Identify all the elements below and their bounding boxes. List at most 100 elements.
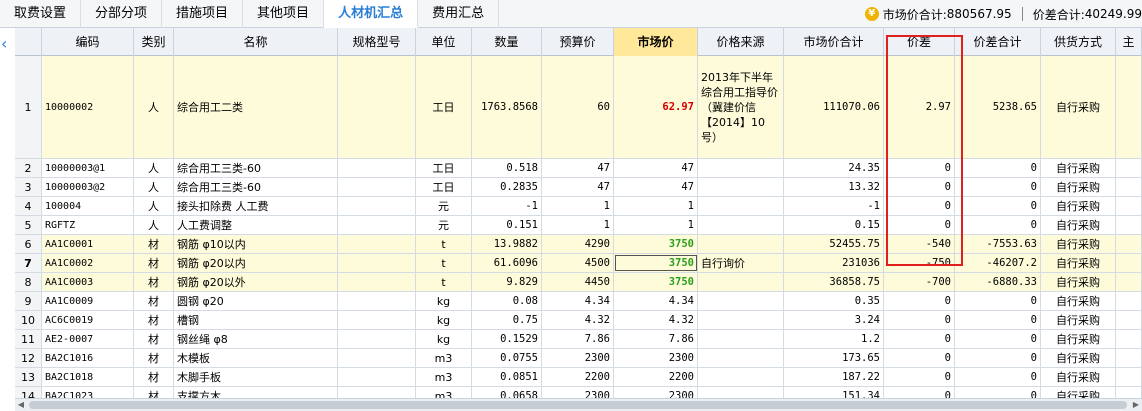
cell-name[interactable]: 钢筋 φ20以内 <box>174 254 338 272</box>
column-header-supply[interactable]: 供货方式 <box>1041 28 1116 56</box>
cell-diff[interactable]: 0 <box>884 387 955 398</box>
cell-code[interactable]: AA1C0009 <box>42 292 134 310</box>
cell-diff-total[interactable]: 0 <box>955 368 1041 386</box>
cell-diff-total[interactable]: 0 <box>955 387 1041 398</box>
tab-2[interactable]: 措施项目 <box>162 0 244 28</box>
table-row[interactable]: 6 AA1C0001 材 钢筋 φ10以内 t 13.9882 4290 3750 52455.… <box>15 235 1142 254</box>
cell-spec[interactable] <box>338 254 416 272</box>
column-header-name[interactable]: 名称 <box>174 28 338 56</box>
cell-diff-total[interactable]: 0 <box>955 311 1041 329</box>
column-header-diff-total[interactable]: 价差合计 <box>955 28 1041 56</box>
cell-market[interactable]: 4.32 <box>614 311 698 329</box>
cell-main[interactable] <box>1116 56 1142 158</box>
cell-diff[interactable]: 0 <box>884 311 955 329</box>
tab-3[interactable]: 其他项目 <box>243 0 325 28</box>
cell-total[interactable]: 187.22 <box>784 368 884 386</box>
cell-main[interactable] <box>1116 292 1142 310</box>
cell-spec[interactable] <box>338 387 416 398</box>
cell-qty[interactable]: 0.1529 <box>472 330 542 348</box>
cell-market[interactable]: 2300 <box>614 387 698 398</box>
cell-total[interactable]: 0.15 <box>784 216 884 234</box>
cell-type[interactable]: 材 <box>134 254 174 272</box>
cell-source[interactable] <box>698 197 784 215</box>
cell-budget[interactable]: 1 <box>542 197 614 215</box>
cell-main[interactable] <box>1116 159 1142 177</box>
cell-main[interactable] <box>1116 330 1142 348</box>
cell-market[interactable]: 2200 <box>614 368 698 386</box>
cell-name[interactable]: 综合用工三类-60 <box>174 159 338 177</box>
table-row[interactable]: 5 RGFTZ 人 人工费调整 元 0.151 1 1 0.15 0 0 自行采购 <box>15 216 1142 235</box>
cell-qty[interactable]: 0.0755 <box>472 349 542 367</box>
column-header-source[interactable]: 价格来源 <box>698 28 784 56</box>
cell-market[interactable]: 4.34 <box>614 292 698 310</box>
cell-qty[interactable]: 1763.8568 <box>472 56 542 158</box>
cell-spec[interactable] <box>338 292 416 310</box>
cell-source[interactable] <box>698 216 784 234</box>
cell-source[interactable] <box>698 349 784 367</box>
cell-name[interactable]: 钢筋 φ20以外 <box>174 273 338 291</box>
cell-main[interactable] <box>1116 178 1142 196</box>
cell-type[interactable]: 材 <box>134 292 174 310</box>
cell-source[interactable] <box>698 178 784 196</box>
cell-budget[interactable]: 1 <box>542 216 614 234</box>
cell-main[interactable] <box>1116 254 1142 272</box>
cell-code[interactable]: AA1C0003 <box>42 273 134 291</box>
column-header-code[interactable]: 编码 <box>42 28 134 56</box>
table-row[interactable]: 1 10000002 人 综合用工二类 工日 1763.8568 60 62.97 2013年下… <box>15 56 1142 159</box>
cell-unit[interactable]: t <box>416 273 472 291</box>
table-row[interactable]: 2 10000003@1 人 综合用工三类-60 工日 0.518 47 47 24.35 0 0 自… <box>15 159 1142 178</box>
cell-spec[interactable] <box>338 368 416 386</box>
cell-qty[interactable]: 13.9882 <box>472 235 542 253</box>
table-row[interactable]: 10 AC6C0019 材 槽钢 kg 0.75 4.32 4.32 3.24 0 0 自行采购 <box>15 311 1142 330</box>
cell-main[interactable] <box>1116 216 1142 234</box>
cell-supply[interactable]: 自行采购 <box>1041 254 1116 272</box>
column-header-diff[interactable]: 价差 <box>884 28 955 56</box>
cell-market[interactable]: 7.86 <box>614 330 698 348</box>
cell-code[interactable]: AA1C0002 <box>42 254 134 272</box>
cell-name[interactable]: 综合用工三类-60 <box>174 178 338 196</box>
cell-market[interactable]: 1 <box>614 216 698 234</box>
cell-name[interactable]: 接头扣除费 人工费 <box>174 197 338 215</box>
cell-supply[interactable]: 自行采购 <box>1041 56 1116 158</box>
cell-diff-total[interactable]: -46207.2 <box>955 254 1041 272</box>
cell-unit[interactable]: 工日 <box>416 56 472 158</box>
cell-budget[interactable]: 4500 <box>542 254 614 272</box>
cell-spec[interactable] <box>338 197 416 215</box>
cell-type[interactable]: 材 <box>134 330 174 348</box>
cell-qty[interactable]: 0.0658 <box>472 387 542 398</box>
cell-total[interactable]: 111070.06 <box>784 56 884 158</box>
table-row[interactable]: 11 AE2-0007 材 钢丝绳 φ8 kg 0.1529 7.86 7.86 1.2 0 0 自行… <box>15 330 1142 349</box>
cell-unit[interactable]: 元 <box>416 216 472 234</box>
cell-total[interactable]: 13.32 <box>784 178 884 196</box>
cell-unit[interactable]: m3 <box>416 368 472 386</box>
scroll-left-icon[interactable]: ◀ <box>15 399 27 411</box>
cell-diff-total[interactable]: 0 <box>955 216 1041 234</box>
cell-diff[interactable]: 2.97 <box>884 56 955 158</box>
cell-spec[interactable] <box>338 349 416 367</box>
cell-market[interactable]: 3750 <box>614 235 698 253</box>
cell-spec[interactable] <box>338 273 416 291</box>
cell-diff-total[interactable]: 0 <box>955 159 1041 177</box>
cell-supply[interactable]: 自行采购 <box>1041 216 1116 234</box>
cell-unit[interactable]: kg <box>416 292 472 310</box>
table-row[interactable]: 8 AA1C0003 材 钢筋 φ20以外 t 9.829 4450 3750 36858.75… <box>15 273 1142 292</box>
cell-unit[interactable]: t <box>416 254 472 272</box>
cell-code[interactable]: AE2-0007 <box>42 330 134 348</box>
cell-type[interactable]: 人 <box>134 178 174 196</box>
table-row[interactable]: 14 BA2C1023 材 支撑方木 m3 0.0658 2300 2300 151.34 0 0 自… <box>15 387 1142 398</box>
table-row[interactable]: 13 BA2C1018 材 木脚手板 m3 0.0851 2200 2200 187.22 0 0 自… <box>15 368 1142 387</box>
cell-qty[interactable]: 9.829 <box>472 273 542 291</box>
tab-4[interactable]: 人材机汇总 <box>324 0 419 28</box>
cell-spec[interactable] <box>338 159 416 177</box>
scrollbar-thumb[interactable] <box>29 401 1127 409</box>
cell-market[interactable]: 1 <box>614 197 698 215</box>
cell-diff-total[interactable]: 0 <box>955 292 1041 310</box>
cell-code[interactable]: 10000003@1 <box>42 159 134 177</box>
cell-market[interactable]: 3750 <box>614 273 698 291</box>
column-header-budget[interactable]: 预算价 <box>542 28 614 56</box>
cell-unit[interactable]: 工日 <box>416 159 472 177</box>
cell-spec[interactable] <box>338 178 416 196</box>
cell-budget[interactable]: 47 <box>542 178 614 196</box>
cell-type[interactable]: 材 <box>134 273 174 291</box>
cell-diff[interactable]: 0 <box>884 292 955 310</box>
